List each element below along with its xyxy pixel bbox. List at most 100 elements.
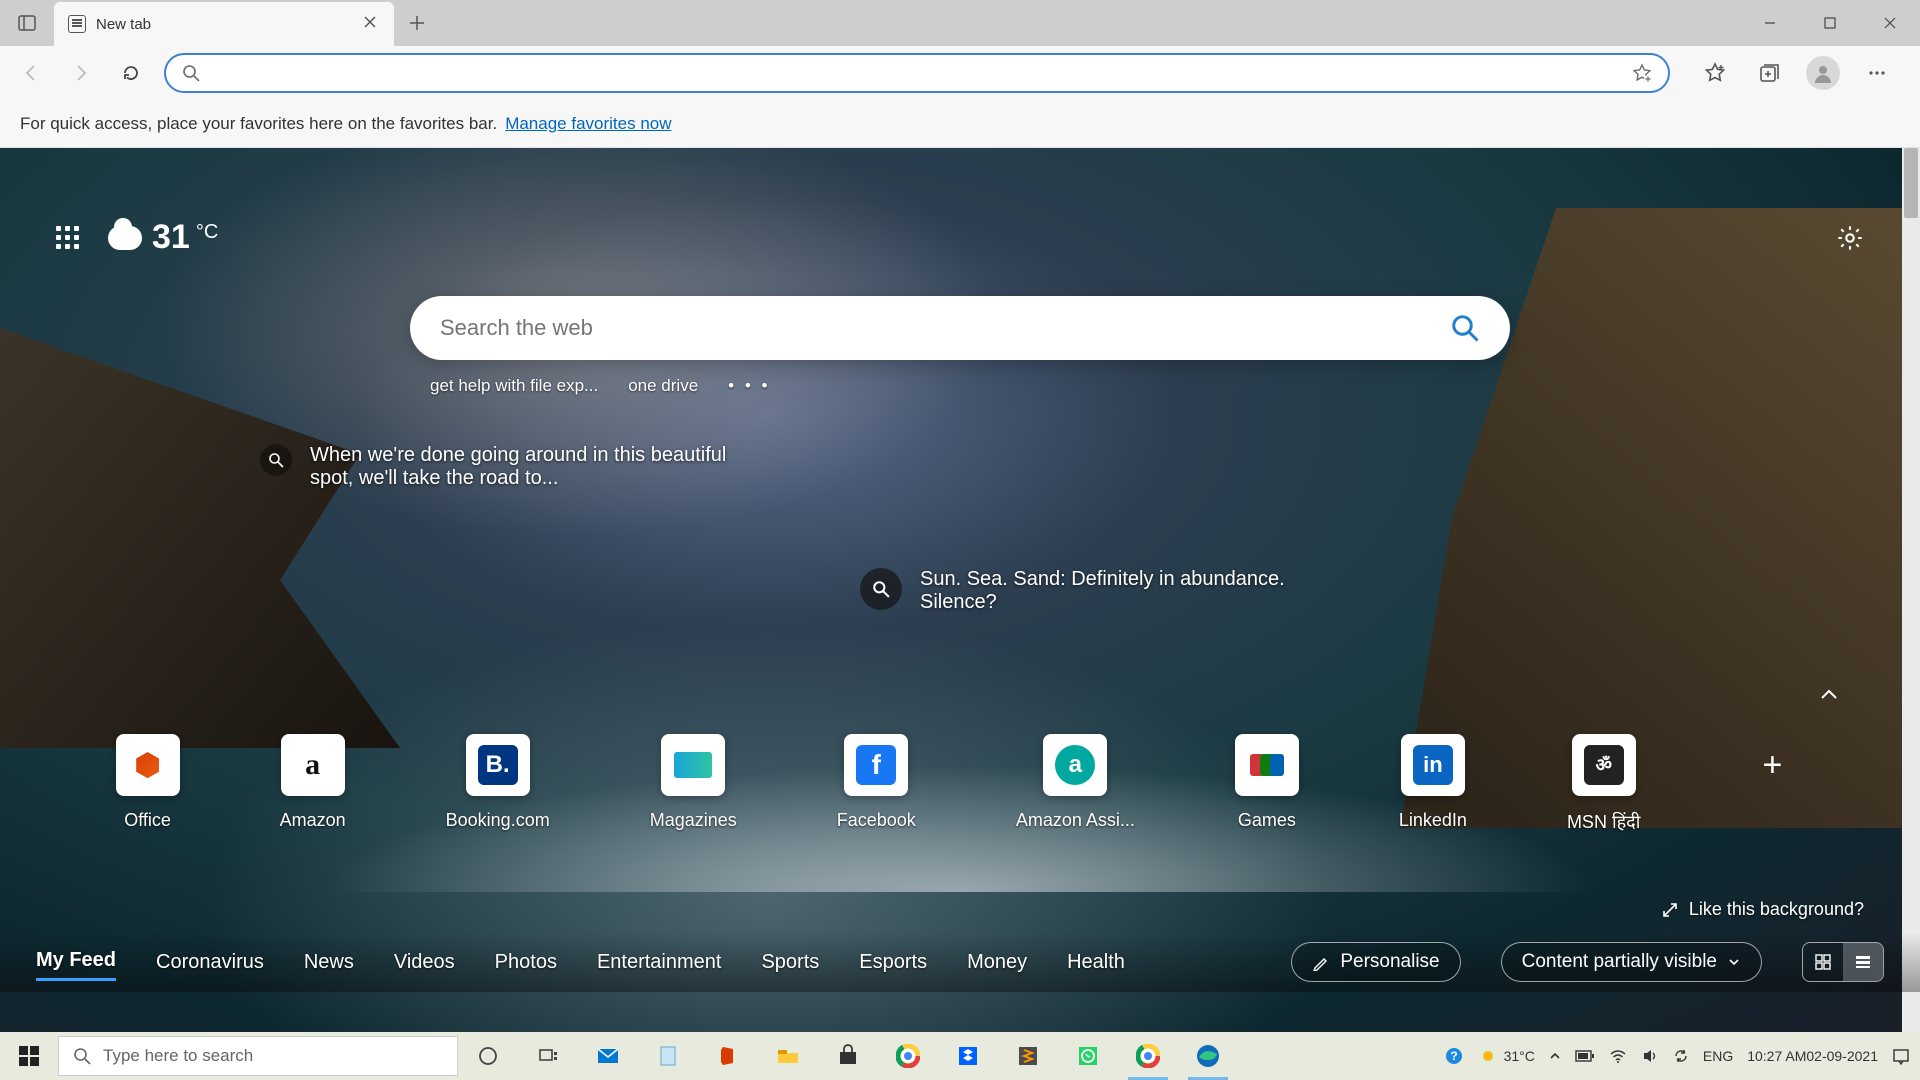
whatsapp-app[interactable] <box>1058 1032 1118 1080</box>
feed-tab-coronavirus[interactable]: Coronavirus <box>156 945 264 980</box>
feed-tab-sports[interactable]: Sports <box>761 945 819 980</box>
edge-app[interactable] <box>1178 1032 1238 1080</box>
quick-link[interactable]: one drive <box>628 376 698 396</box>
sync-tray[interactable] <box>1673 1048 1689 1064</box>
page-favicon-icon <box>68 15 86 33</box>
tile-booking[interactable]: B.Booking.com <box>446 734 550 834</box>
scrollbar[interactable] <box>1902 148 1920 1032</box>
favorites-button[interactable] <box>1698 56 1732 90</box>
collapse-tiles-button[interactable] <box>1818 684 1840 706</box>
feed-tab-health[interactable]: Health <box>1067 945 1125 980</box>
tile-facebook[interactable]: fFacebook <box>837 734 916 834</box>
personalise-button[interactable]: Personalise <box>1291 942 1460 982</box>
feed-tab-money[interactable]: Money <box>967 945 1027 980</box>
collections-button[interactable] <box>1752 56 1786 90</box>
list-view-button[interactable] <box>1843 943 1883 981</box>
tile-games[interactable]: Games <box>1235 734 1299 834</box>
web-search-box[interactable] <box>410 296 1510 360</box>
clock-tray[interactable]: 10:27 AM 02-09-2021 <box>1747 1048 1878 1064</box>
profile-button[interactable] <box>1806 56 1840 90</box>
address-input[interactable] <box>212 64 1620 82</box>
address-bar[interactable] <box>164 53 1670 93</box>
like-background-link[interactable]: Like this background? <box>1661 899 1864 920</box>
feed-tab-news[interactable]: News <box>304 945 354 980</box>
feed-tab-photos[interactable]: Photos <box>495 945 557 980</box>
notepad-app[interactable] <box>638 1032 698 1080</box>
tile-linkedin[interactable]: inLinkedIn <box>1399 734 1467 834</box>
feed-tab-esports[interactable]: Esports <box>859 945 927 980</box>
content-visibility-dropdown[interactable]: Content partially visible <box>1501 942 1762 982</box>
tile-magazines[interactable]: Magazines <box>650 734 737 834</box>
booking-icon: B. <box>478 745 518 785</box>
task-view-button[interactable] <box>518 1032 578 1080</box>
list-icon <box>1854 953 1872 971</box>
taskbar-pinned <box>458 1032 1238 1080</box>
feed-tab-videos[interactable]: Videos <box>394 945 455 980</box>
new-tab-button[interactable] <box>394 0 440 46</box>
quick-tiles: ⬢Office aAmazon B.Booking.com Magazines … <box>0 734 1920 834</box>
chrome-app[interactable] <box>878 1032 938 1080</box>
store-app[interactable] <box>818 1032 878 1080</box>
whatsapp-icon <box>1076 1044 1100 1068</box>
manage-favorites-link[interactable]: Manage favorites now <box>505 114 671 134</box>
tile-amazon-assist[interactable]: aAmazon Assi... <box>1016 734 1135 834</box>
menu-button[interactable] <box>1860 56 1894 90</box>
minimize-button[interactable] <box>1740 0 1800 46</box>
quick-link[interactable]: get help with file exp... <box>430 376 598 396</box>
dropbox-app[interactable] <box>938 1032 998 1080</box>
page-settings-button[interactable] <box>1836 224 1864 252</box>
chrome2-app[interactable] <box>1118 1032 1178 1080</box>
collections-icon <box>1758 62 1780 84</box>
tile-msn-hindi[interactable]: ॐMSN हिंदी <box>1567 734 1640 834</box>
feed-tab-entertainment[interactable]: Entertainment <box>597 945 722 980</box>
wifi-tray[interactable] <box>1609 1047 1627 1065</box>
mail-app[interactable] <box>578 1032 638 1080</box>
language-tray[interactable]: ENG <box>1703 1048 1733 1064</box>
language-label: ENG <box>1703 1048 1733 1064</box>
close-window-button[interactable] <box>1860 0 1920 46</box>
start-button[interactable] <box>0 1032 58 1080</box>
back-button[interactable] <box>14 56 48 90</box>
favorite-star-button[interactable] <box>1632 63 1652 83</box>
scroll-thumb[interactable] <box>1904 148 1918 218</box>
weather-tray[interactable]: 31°C <box>1478 1046 1535 1066</box>
tile-label: Magazines <box>650 810 737 831</box>
office-app[interactable] <box>698 1032 758 1080</box>
volume-tray[interactable] <box>1641 1047 1659 1065</box>
maximize-button[interactable] <box>1800 0 1860 46</box>
web-search-input[interactable] <box>440 315 1432 341</box>
quick-links-more[interactable]: • • • <box>728 376 770 396</box>
tab-actions-button[interactable] <box>0 0 54 46</box>
tab-close-button[interactable] <box>364 16 380 32</box>
battery-icon <box>1575 1049 1595 1063</box>
feed-tab-myfeed[interactable]: My Feed <box>36 943 116 981</box>
tab-newtab[interactable]: New tab <box>54 2 394 46</box>
grid-view-button[interactable] <box>1803 943 1843 981</box>
search-icon <box>182 64 200 82</box>
weather-widget[interactable]: 31 °C <box>108 218 218 257</box>
app-launcher-button[interactable] <box>56 226 80 250</box>
battery-tray[interactable] <box>1575 1049 1595 1063</box>
image-story-caption[interactable]: When we're done going around in this bea… <box>260 444 740 490</box>
chrome-icon <box>1136 1044 1160 1068</box>
add-tile-button[interactable] <box>1740 734 1804 834</box>
file-explorer-app[interactable] <box>758 1032 818 1080</box>
system-tray: ? 31°C ENG 10:27 AM 02-09-2021 <box>1434 1046 1920 1066</box>
help-tray[interactable]: ? <box>1444 1046 1464 1066</box>
tile-office[interactable]: ⬢Office <box>116 734 180 834</box>
refresh-button[interactable] <box>114 56 148 90</box>
task-view-icon <box>537 1045 559 1067</box>
tray-overflow[interactable] <box>1549 1050 1561 1062</box>
tile-label: Amazon <box>280 810 346 831</box>
notifications-tray[interactable] <box>1892 1047 1910 1065</box>
image-story-caption[interactable]: Sun. Sea. Sand: Definitely in abundance.… <box>860 568 1340 614</box>
taskbar-search[interactable]: Type here to search <box>58 1036 458 1076</box>
forward-button[interactable] <box>64 56 98 90</box>
tile-amazon[interactable]: aAmazon <box>280 734 346 834</box>
cortana-button[interactable] <box>458 1032 518 1080</box>
story-text: Sun. Sea. Sand: Definitely in abundance.… <box>920 568 1340 614</box>
close-icon <box>364 16 376 28</box>
sublime-app[interactable] <box>998 1032 1058 1080</box>
clock-date: 02-09-2021 <box>1806 1048 1878 1064</box>
web-search-submit[interactable] <box>1450 313 1480 343</box>
